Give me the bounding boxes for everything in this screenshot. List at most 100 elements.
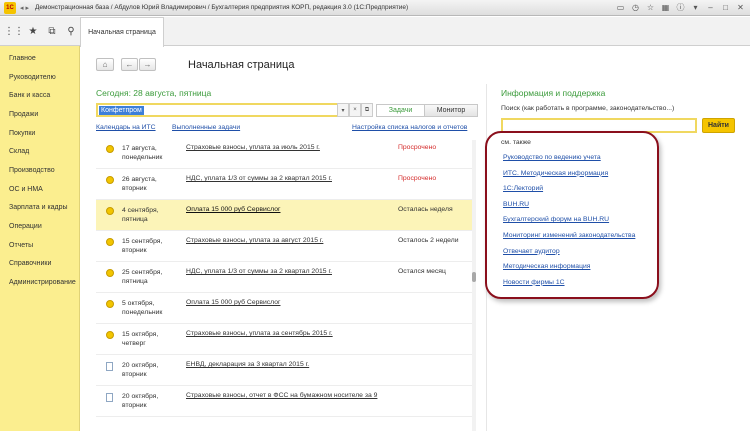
info-panel-title: Информация и поддержка xyxy=(501,88,606,98)
task-title[interactable]: Страховые взносы, уплата за август 2015 … xyxy=(186,237,323,244)
task-status: Осталась неделя xyxy=(398,206,453,213)
task-date: 17 августа, понедельник xyxy=(122,145,163,161)
info-link-methodology[interactable]: Методическая информация xyxy=(503,259,635,275)
home-button[interactable]: ⌂ xyxy=(96,58,114,71)
task-row[interactable]: 15 октября, четверг Страховые взносы, уп… xyxy=(96,324,474,355)
star-icon[interactable]: ☆ xyxy=(645,2,656,13)
nav-arrows-icon[interactable]: ◂ ▸ xyxy=(20,4,29,12)
task-title[interactable]: НДС, уплата 1/3 от суммы за 2 квартал 20… xyxy=(186,175,332,182)
info-search-input[interactable] xyxy=(501,118,697,133)
copy-icon[interactable]: ▭ xyxy=(615,2,626,13)
task-title[interactable]: Страховые взносы, отчет в ФСС на бумажно… xyxy=(186,392,377,399)
task-date: 25 сентября, пятница xyxy=(122,269,163,285)
arrow-right-icon: → xyxy=(143,60,152,69)
organization-filter-value: Конфетпром xyxy=(99,106,144,115)
minimize-icon[interactable]: – xyxy=(705,2,716,13)
forward-button[interactable]: → xyxy=(139,58,156,71)
task-row[interactable]: 15 сентября, вторник Страховые взносы, у… xyxy=(96,231,474,262)
sidebar-item-operations[interactable]: Операции xyxy=(0,217,79,236)
sidebar-item-bank[interactable]: Банк и касса xyxy=(0,86,79,105)
maximize-icon[interactable]: □ xyxy=(720,2,731,13)
sidebar-item-warehouse[interactable]: Склад xyxy=(0,142,79,161)
task-title[interactable]: Страховые взносы, уплата за сентябрь 201… xyxy=(186,330,333,337)
info-link-buh-forum[interactable]: Бухгалтерский форум на BUH.RU xyxy=(503,212,635,228)
sidebar-item-fixed-assets[interactable]: ОС и НМА xyxy=(0,180,79,199)
favorites-star-icon[interactable]: ★ xyxy=(27,25,39,37)
info-link-buh-ru[interactable]: BUH.RU xyxy=(503,197,635,213)
task-date: 5 октября, понедельник xyxy=(122,300,163,316)
dropdown-button[interactable]: ▾ xyxy=(337,103,349,117)
info-link-auditor-answers[interactable]: Отвечает аудитор xyxy=(503,244,635,260)
task-date: 20 октября, вторник xyxy=(122,393,159,409)
coin-icon xyxy=(106,269,114,277)
history-icon[interactable]: ◷ xyxy=(630,2,641,13)
task-date: 15 сентября, вторник xyxy=(122,238,163,254)
sidebar-item-administration[interactable]: Администрирование xyxy=(0,273,79,292)
close-icon: × xyxy=(353,107,357,113)
task-row[interactable]: 26 августа, вторник НДС, уплата 1/3 от с… xyxy=(96,169,474,200)
completed-tasks-link[interactable]: Выполненные задачи xyxy=(172,124,240,131)
task-row-selected[interactable]: 4 сентября, пятница Оплата 15 000 руб Се… xyxy=(96,200,474,231)
info-link-its-methodology[interactable]: ИТС. Методическая информация xyxy=(503,166,635,182)
task-date: 26 августа, вторник xyxy=(122,176,157,192)
task-title[interactable]: Страховые взносы, уплата за июль 2015 г. xyxy=(186,144,320,151)
open-button[interactable]: ⧉ xyxy=(361,103,373,117)
sidebar-item-payroll[interactable]: Зарплата и кадры xyxy=(0,199,79,218)
task-row[interactable]: 20 октября, вторник Страховые взносы, от… xyxy=(96,386,474,417)
sidebar-item-production[interactable]: Производство xyxy=(0,161,79,180)
info-link-accounting-guide[interactable]: Руководство по ведению учета xyxy=(503,150,635,166)
see-also-label: см. также xyxy=(501,139,531,146)
task-row[interactable]: 17 августа, понедельник Страховые взносы… xyxy=(96,138,474,169)
coin-icon xyxy=(106,176,114,184)
organization-filter-input[interactable]: Конфетпром xyxy=(96,103,348,117)
coin-icon xyxy=(106,300,114,308)
home-icon: ⌂ xyxy=(102,60,108,69)
task-date: 20 октября, вторник xyxy=(122,362,159,378)
info-link-lectorium[interactable]: 1С:Лекторий xyxy=(503,181,635,197)
task-status: Просрочено xyxy=(398,144,437,151)
task-date: 4 сентября, пятница xyxy=(122,207,159,223)
clear-filter-button[interactable]: × xyxy=(349,103,361,117)
history-clock-icon[interactable]: ⧉ xyxy=(46,25,58,37)
search-icon[interactable]: ⚲ xyxy=(65,25,77,37)
tab-home[interactable]: Начальная страница xyxy=(80,17,164,47)
tab-monitor[interactable]: Монитор xyxy=(425,105,477,116)
info-link-1c-news[interactable]: Новости фирмы 1С xyxy=(503,275,635,291)
calendar-icon[interactable]: ▦ xyxy=(660,2,671,13)
back-button[interactable]: ← xyxy=(121,58,138,71)
calendar-its-link[interactable]: Календарь на ИТС xyxy=(96,124,156,131)
title-bar: 1С ◂ ▸ Демонстрационная база / Абдулов Ю… xyxy=(0,0,750,16)
tasks-scrollbar[interactable] xyxy=(472,140,476,431)
tasks-scrollbar-thumb[interactable] xyxy=(472,272,476,282)
tab-tasks[interactable]: Задачи xyxy=(377,105,425,116)
sidebar-item-reports[interactable]: Отчеты xyxy=(0,236,79,255)
task-status: Остался месяц xyxy=(398,268,446,275)
task-title[interactable]: ЕНВД, декларация за 3 квартал 2015 г. xyxy=(186,361,309,368)
apps-grid-icon[interactable]: ⋮⋮ xyxy=(4,25,24,37)
task-row[interactable]: 5 октября, понедельник Оплата 15 000 руб… xyxy=(96,293,474,324)
task-row[interactable]: 25 сентября, пятница НДС, уплата 1/3 от … xyxy=(96,262,474,293)
task-row[interactable]: 20 октября, вторник ЕНВД, декларация за … xyxy=(96,355,474,386)
document-icon xyxy=(106,362,113,371)
sidebar-item-directories[interactable]: Справочники xyxy=(0,255,79,274)
sidebar-item-main[interactable]: Главное xyxy=(0,49,79,68)
coin-icon xyxy=(106,145,114,153)
task-title[interactable]: НДС, уплата 1/3 от суммы за 2 квартал 20… xyxy=(186,268,332,275)
sidebar-item-manager[interactable]: Руководителю xyxy=(0,68,79,87)
find-button[interactable]: Найти xyxy=(702,118,735,133)
sidebar-item-sales[interactable]: Продажи xyxy=(0,105,79,124)
menu-icon[interactable]: ▾ xyxy=(690,2,701,13)
task-status: Осталось 2 недели xyxy=(398,237,459,244)
info-links-list: Руководство по ведению учета ИТС. Методи… xyxy=(503,150,635,290)
info-link-law-monitoring[interactable]: Мониторинг изменений законодательства xyxy=(503,228,635,244)
info-icon[interactable]: ⓘ xyxy=(675,2,686,13)
tax-list-settings-link[interactable]: Настройка списка налогов и отчетов xyxy=(352,124,467,131)
close-icon[interactable]: ✕ xyxy=(735,2,746,13)
tasks-list: 17 августа, понедельник Страховые взносы… xyxy=(96,138,474,431)
task-status: Просрочено xyxy=(398,175,437,182)
task-title[interactable]: Оплата 15 000 руб Сервислог xyxy=(186,206,280,213)
info-search-label: Поиск (как работать в программе, законод… xyxy=(501,105,675,112)
task-title[interactable]: Оплата 15 000 руб Сервислог xyxy=(186,299,280,306)
sidebar-item-purchases[interactable]: Покупки xyxy=(0,124,79,143)
panel-divider xyxy=(486,84,487,431)
